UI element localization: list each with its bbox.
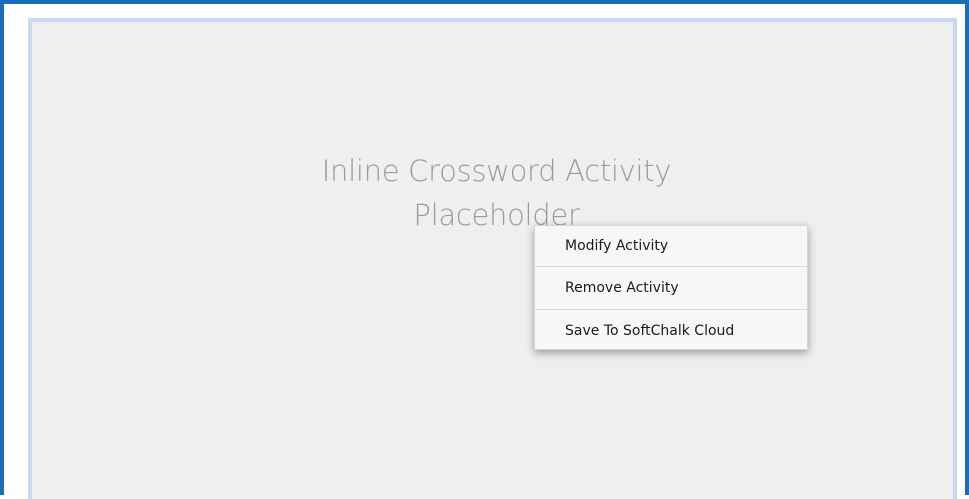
crossword-activity-placeholder[interactable]: Inline Crossword Activity Placeholder bbox=[28, 18, 957, 499]
menu-item-save-to-cloud[interactable]: Save To SoftChalk Cloud bbox=[535, 311, 807, 351]
placeholder-title: Inline Crossword Activity Placeholder bbox=[32, 149, 961, 237]
menu-item-remove-activity[interactable]: Remove Activity bbox=[535, 268, 807, 308]
placeholder-title-line2: Placeholder bbox=[413, 198, 580, 232]
editor-frame: Inline Crossword Activity Placeholder bbox=[0, 0, 969, 499]
menu-separator bbox=[535, 309, 807, 310]
context-menu: Modify Activity Remove Activity Save To … bbox=[534, 225, 808, 350]
menu-item-modify-activity[interactable]: Modify Activity bbox=[535, 226, 807, 266]
placeholder-title-line1: Inline Crossword Activity bbox=[321, 154, 672, 188]
menu-separator bbox=[535, 266, 807, 267]
